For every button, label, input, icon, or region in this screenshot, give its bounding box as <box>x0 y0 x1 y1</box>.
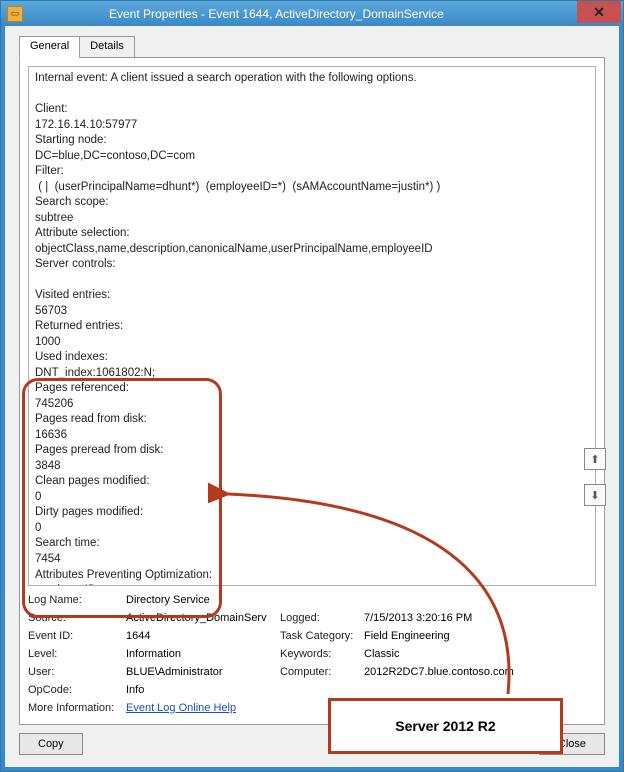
filter-value: ( | (userPrincipalName=dhunt*) (employee… <box>35 180 589 196</box>
cleanmod-label: Clean pages modified: <box>35 474 589 490</box>
visited-label: Visited entries: <box>35 288 589 304</box>
attrprev-label: Attributes Preventing Optimization: <box>35 568 589 584</box>
logname-value: Directory Service <box>126 594 596 606</box>
event-properties-window: ▭ Event Properties - Event 1644, ActiveD… <box>0 0 624 772</box>
pagesdisk-value: 16636 <box>35 428 589 444</box>
pagesref-value: 745206 <box>35 397 589 413</box>
close-button[interactable]: Close <box>539 733 605 755</box>
returned-label: Returned entries: <box>35 319 589 335</box>
source-value: ActiveDirectory_DomainServ <box>126 612 276 624</box>
user-value: BLUE\Administrator <box>126 666 276 678</box>
client-area: General Details Internal event: A client… <box>1 26 623 771</box>
eventid-value: 1644 <box>126 630 276 642</box>
attrprev-value: employeeID <box>35 583 589 586</box>
keywords-value: Classic <box>364 648 596 660</box>
nav-arrows: ⬆ ⬇ <box>584 448 606 506</box>
user-label: User: <box>28 666 122 678</box>
starting-node-label: Starting node: <box>35 133 589 149</box>
logname-label: Log Name: <box>28 594 122 606</box>
scope-label: Search scope: <box>35 195 589 211</box>
tab-details[interactable]: Details <box>79 36 135 58</box>
taskcat-label: Task Category: <box>280 630 360 642</box>
pagesref-label: Pages referenced: <box>35 381 589 397</box>
computer-value: 2012R2DC7.blue.contoso.com <box>364 666 596 678</box>
serverctl-label: Server controls: <box>35 257 589 273</box>
tab-general[interactable]: General <box>19 36 80 58</box>
starting-node-value: DC=blue,DC=contoso,DC=com <box>35 149 589 165</box>
client-value: 172.16.14.10:57977 <box>35 118 589 134</box>
close-icon[interactable]: ✕ <box>577 1 621 23</box>
desc-intro: Internal event: A client issued a search… <box>35 71 589 87</box>
keywords-label: Keywords: <box>280 648 360 660</box>
titlebar[interactable]: ▭ Event Properties - Event 1644, ActiveD… <box>1 1 623 26</box>
computer-label: Computer: <box>280 666 360 678</box>
attrsel-label: Attribute selection: <box>35 226 589 242</box>
taskcat-value: Field Engineering <box>364 630 596 642</box>
next-event-button[interactable]: ⬇ <box>584 484 606 506</box>
app-icon: ▭ <box>7 6 23 22</box>
tab-panel: Internal event: A client issued a search… <box>19 57 605 725</box>
logged-label: Logged: <box>280 612 360 624</box>
window-title: Event Properties - Event 1644, ActiveDir… <box>29 7 623 21</box>
client-label: Client: <box>35 102 589 118</box>
usedidx-value: DNT_index:1061802:N; <box>35 366 589 382</box>
filter-label: Filter: <box>35 164 589 180</box>
meta-grid: Log Name: Directory Service Source: Acti… <box>28 594 596 714</box>
scope-value: subtree <box>35 211 589 227</box>
opcode-value: Info <box>126 684 596 696</box>
arrow-down-icon: ⬇ <box>590 489 599 502</box>
eventid-label: Event ID: <box>28 630 122 642</box>
tabstrip: General Details <box>19 36 605 58</box>
footer-buttons: Copy Close <box>19 733 605 755</box>
level-label: Level: <box>28 648 122 660</box>
moreinfo-label: More Information: <box>28 702 122 714</box>
copy-button[interactable]: Copy <box>19 733 83 755</box>
source-label: Source: <box>28 612 122 624</box>
searchtime-label: Search time: <box>35 536 589 552</box>
returned-value: 1000 <box>35 335 589 351</box>
arrow-up-icon: ⬆ <box>590 453 599 466</box>
description-box[interactable]: Internal event: A client issued a search… <box>28 66 596 586</box>
pagespre-value: 3848 <box>35 459 589 475</box>
dirtymod-label: Dirty pages modified: <box>35 505 589 521</box>
prev-event-button[interactable]: ⬆ <box>584 448 606 470</box>
opcode-label: OpCode: <box>28 684 122 696</box>
searchtime-value: 7454 <box>35 552 589 568</box>
cleanmod-value: 0 <box>35 490 589 506</box>
pagespre-label: Pages preread from disk: <box>35 443 589 459</box>
level-value: Information <box>126 648 276 660</box>
visited-value: 56703 <box>35 304 589 320</box>
dirtymod-value: 0 <box>35 521 589 537</box>
logged-value: 7/15/2013 3:20:16 PM <box>364 612 596 624</box>
attrsel-value: objectClass,name,description,canonicalNa… <box>35 242 589 258</box>
moreinfo-link[interactable]: Event Log Online Help <box>126 702 236 714</box>
usedidx-label: Used indexes: <box>35 350 589 366</box>
pagesdisk-label: Pages read from disk: <box>35 412 589 428</box>
